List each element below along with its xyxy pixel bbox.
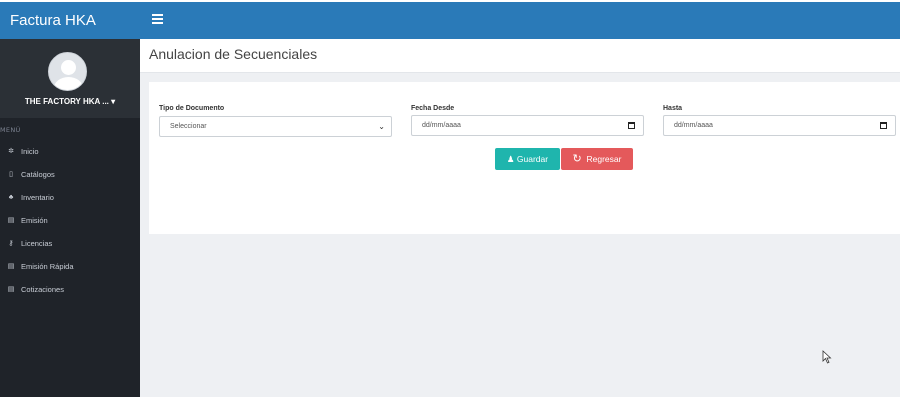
doc-type-label: Tipo de Documento — [159, 105, 225, 112]
sidebar-item-label: Licencias — [21, 239, 53, 248]
file-icon: ▤ — [7, 285, 15, 293]
chevron-down-icon: ⌄ — [378, 122, 385, 131]
content-header: Anulacion de Secuenciales — [140, 39, 900, 73]
menu-toggle-icon[interactable] — [152, 14, 163, 24]
sidebar-item-inicio[interactable]: ✲ Inicio — [0, 140, 140, 163]
sidebar-item-catalogos[interactable]: ▯ Catálogos — [0, 163, 140, 186]
sidebar-item-label: Cotizaciones — [21, 285, 64, 294]
user-profile: THE FACTORY HKA ... ▾ — [0, 39, 140, 118]
dashboard-icon: ✲ — [8, 147, 14, 155]
refresh-icon: ↻ — [572, 153, 582, 165]
sidebar-item-label: Emisión — [21, 216, 48, 225]
profile-name-dropdown[interactable]: THE FACTORY HKA ... ▾ — [0, 97, 140, 106]
cubes-icon: ♣ — [8, 193, 14, 201]
date-from-placeholder: dd/mm/aaaa — [422, 122, 461, 129]
date-to-label: Hasta — [663, 105, 683, 112]
date-to-placeholder: dd/mm/aaaa — [674, 122, 713, 129]
date-from-input[interactable]: dd/mm/aaaa — [411, 115, 644, 136]
sidebar: THE FACTORY HKA ... ▾ MENÚ ✲ Inicio ▯ Ca… — [0, 39, 140, 397]
sidebar-item-label: Catálogos — [21, 170, 55, 179]
back-label: Regresar — [586, 154, 622, 164]
file-icon: ▤ — [7, 216, 15, 224]
sidebar-item-emision[interactable]: ▤ Emisión — [0, 209, 140, 232]
doc-type-select[interactable]: Seleccionar ⌄ — [159, 116, 392, 137]
date-to-input[interactable]: dd/mm/aaaa — [663, 115, 896, 136]
sidebar-item-inventario[interactable]: ♣ Inventario — [0, 186, 140, 209]
app-brand[interactable]: Factura HKA — [0, 2, 140, 39]
save-label: Guardar — [516, 154, 549, 164]
mouse-cursor-icon — [822, 350, 832, 364]
sidebar-item-label: Inventario — [21, 193, 54, 202]
key-icon: ⚷ — [8, 239, 14, 247]
sidebar-item-cotizaciones[interactable]: ▤ Cotizaciones — [0, 278, 140, 301]
calendar-icon[interactable] — [880, 122, 887, 129]
back-button[interactable]: ↻ Regresar — [561, 148, 633, 170]
save-button[interactable]: ♟ Guardar — [495, 148, 560, 170]
sidebar-item-emision-rapida[interactable]: ▤ Emisión Rápida — [0, 255, 140, 278]
sidebar-item-label: Inicio — [21, 147, 39, 156]
sidebar-item-label: Emisión Rápida — [21, 262, 74, 271]
sidebar-item-licencias[interactable]: ⚷ Licencias — [0, 232, 140, 255]
menu-title: MENÚ — [0, 126, 21, 134]
page-title: Anulacion de Secuenciales — [149, 46, 318, 62]
top-navbar: Factura HKA — [0, 0, 900, 39]
doc-type-value: Seleccionar — [170, 123, 207, 130]
avatar — [48, 52, 87, 91]
user-icon: ♟ — [506, 154, 515, 164]
file-icon: ▤ — [7, 262, 15, 270]
calendar-icon[interactable] — [628, 122, 635, 129]
book-icon: ▯ — [9, 170, 13, 178]
date-from-label: Fecha Desde — [411, 105, 455, 112]
